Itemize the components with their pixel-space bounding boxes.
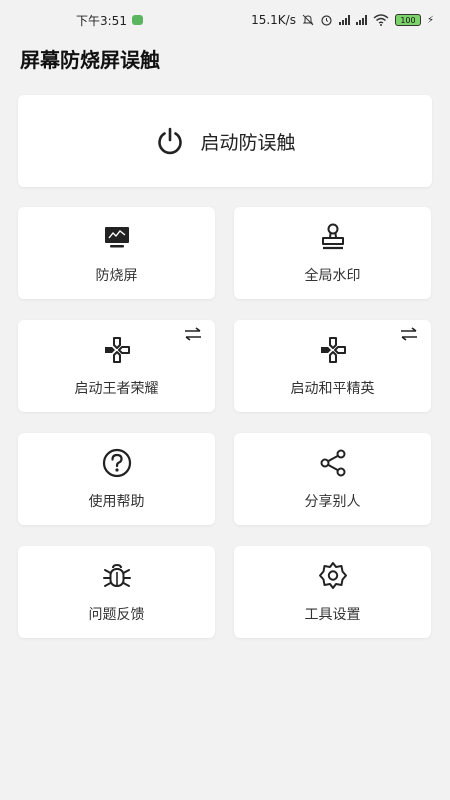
stamp-icon [321,223,344,250]
message-icon [131,15,143,25]
launch-honor-of-kings-label: 启动王者荣耀 [74,381,159,397]
settings-label: 工具设置 [304,607,361,623]
page-title: 屏幕防烧屏误触 [20,48,160,72]
gamepad-icon [104,337,130,363]
wifi-icon [373,14,389,26]
status-left: 下午3:51 [76,12,143,29]
bug-icon [102,563,131,587]
signal-hd-icon-1 [338,15,350,25]
global-watermark-button[interactable]: 全局水印 [234,207,431,299]
gamepad-icon [320,337,346,363]
share-button[interactable]: 分享别人 [234,433,431,525]
monitor-icon [104,227,129,248]
gear-icon [318,562,347,589]
mute-icon [302,14,314,26]
feedback-label: 问题反馈 [88,607,145,623]
feedback-button[interactable]: 问题反馈 [18,546,215,638]
launch-peace-elite-label: 启动和平精英 [290,381,375,397]
alarm-icon [321,15,332,26]
anti-burn-button[interactable]: 防烧屏 [18,207,215,299]
start-anti-touch-button[interactable]: 启动防误触 [18,95,432,187]
status-time: 下午3:51 [76,13,127,28]
help-icon [102,448,131,478]
settings-button[interactable]: 工具设置 [234,546,431,638]
anti-burn-label: 防烧屏 [95,268,138,284]
start-anti-touch-label: 启动防误触 [200,131,296,154]
launch-peace-elite-button[interactable]: 启动和平精英 [234,320,431,412]
launch-honor-of-kings-button[interactable]: 启动王者荣耀 [18,320,215,412]
help-button[interactable]: 使用帮助 [18,433,215,525]
swap-icon [401,327,417,341]
battery-icon: 100 [394,14,421,26]
share-icon [320,449,345,477]
signal-hd-icon-2 [355,15,367,25]
charging-icon: ⚡ [426,14,434,26]
swap-icon [185,327,201,341]
status-bar: 下午3:51 15.1K/s 100 ⚡ [0,0,450,40]
share-label: 分享别人 [304,494,361,510]
global-watermark-label: 全局水印 [304,268,361,284]
status-right: 15.1K/s 100 ⚡ [251,13,434,27]
network-speed: 15.1K/s [251,13,296,27]
help-label: 使用帮助 [88,494,145,510]
power-icon [158,127,183,155]
